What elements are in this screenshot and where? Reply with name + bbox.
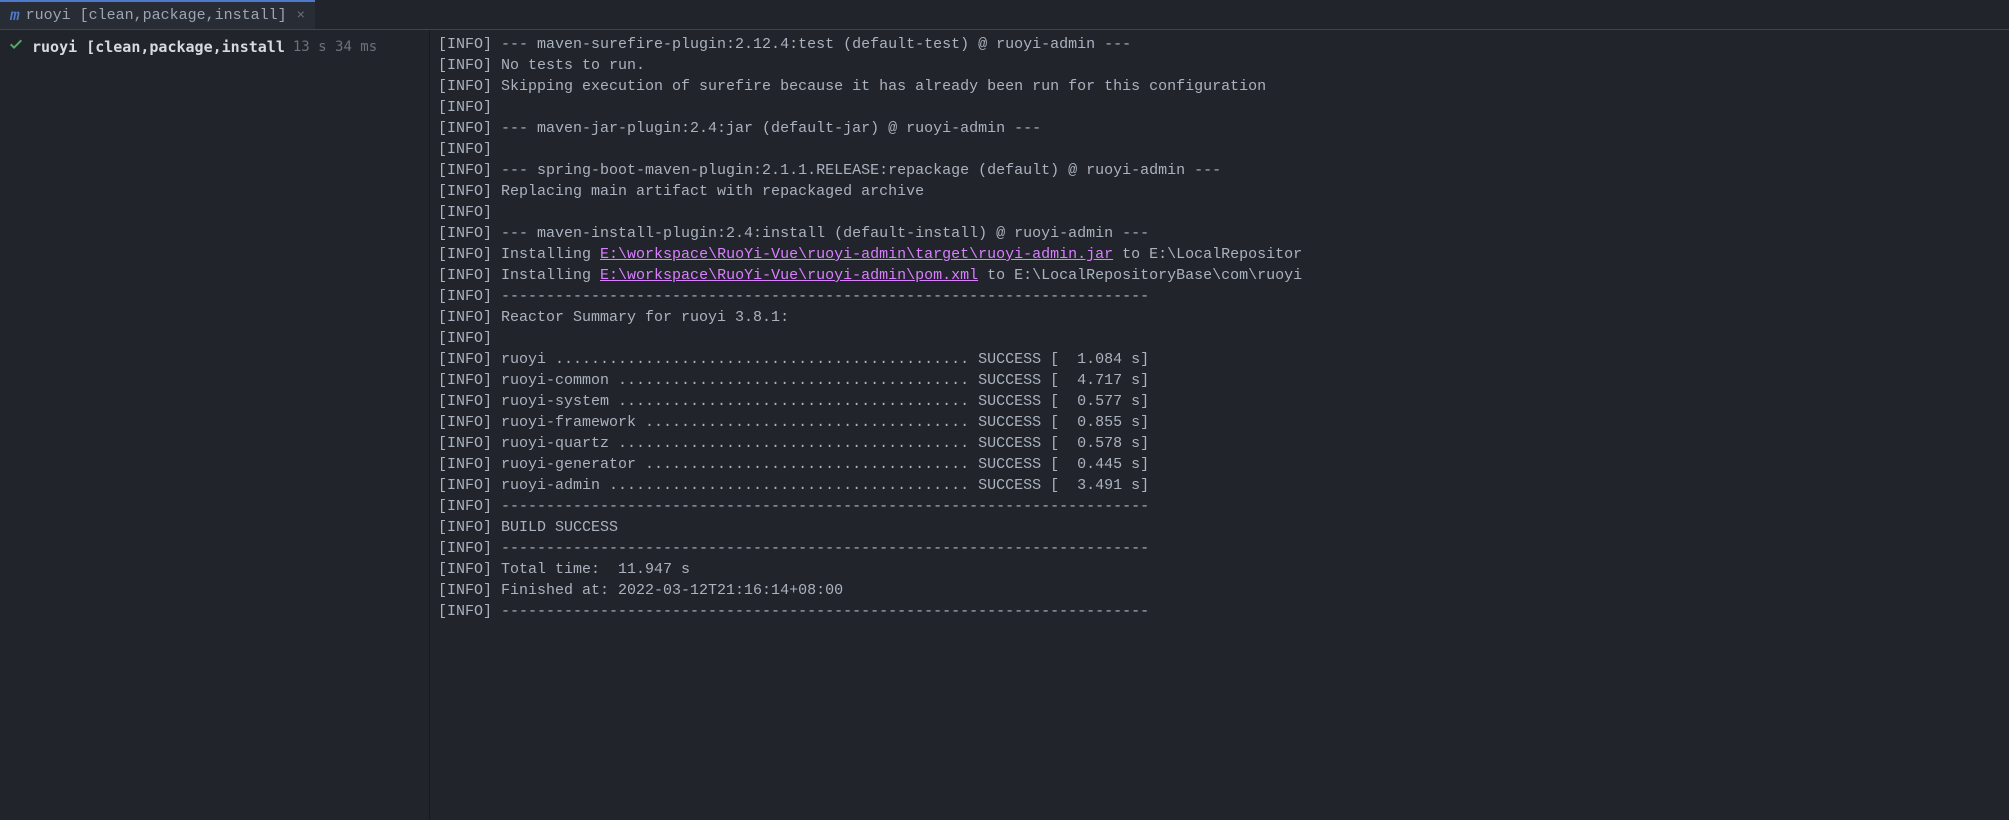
close-icon[interactable]: × [297,8,305,24]
log-level-tag: [INFO] [438,267,492,284]
log-level-tag: [INFO] [438,540,492,557]
log-level-tag: [INFO] [438,246,492,263]
log-level-tag: [INFO] [438,582,492,599]
console-line: [INFO] [438,97,2001,118]
log-level-tag: [INFO] [438,603,492,620]
console-line: [INFO] Installing E:\workspace\RuoYi-Vue… [438,244,2001,265]
console-line: [INFO] BUILD SUCCESS [438,517,2001,538]
console-line: [INFO] ruoyi ...........................… [438,349,2001,370]
console-output[interactable]: [INFO] --- maven-surefire-plugin:2.12.4:… [430,30,2009,820]
run-item[interactable]: ruoyi [clean,package,install 13 s 34 ms [0,34,429,60]
log-level-tag: [INFO] [438,351,492,368]
console-line: [INFO] Skipping execution of surefire be… [438,76,2001,97]
log-level-tag: [INFO] [438,477,492,494]
log-level-tag: [INFO] [438,519,492,536]
log-level-tag: [INFO] [438,183,492,200]
console-line: [INFO] Finished at: 2022-03-12T21:16:14+… [438,580,2001,601]
console-line: [INFO] ruoyi-system ....................… [438,391,2001,412]
log-level-tag: [INFO] [438,561,492,578]
console-line: [INFO] [438,328,2001,349]
console-line: [INFO] [438,202,2001,223]
console-line: [INFO] ruoyi-framework .................… [438,412,2001,433]
log-level-tag: [INFO] [438,435,492,452]
console-line: [INFO] --- maven-surefire-plugin:2.12.4:… [438,34,2001,55]
tab-run-config[interactable]: m ruoyi [clean,package,install] × [0,0,315,29]
console-line: [INFO] --- maven-install-plugin:2.4:inst… [438,223,2001,244]
log-level-tag: [INFO] [438,330,492,347]
console-line: [INFO] ruoyi-admin .....................… [438,475,2001,496]
console-line: [INFO] ruoyi-generator .................… [438,454,2001,475]
log-level-tag: [INFO] [438,141,492,158]
log-level-tag: [INFO] [438,414,492,431]
console-line: [INFO] No tests to run. [438,55,2001,76]
console-line: [INFO] Replacing main artifact with repa… [438,181,2001,202]
console-line: [INFO] [438,139,2001,160]
file-path-link[interactable]: E:\workspace\RuoYi-Vue\ruoyi-admin\pom.x… [600,267,978,284]
log-level-tag: [INFO] [438,456,492,473]
log-level-tag: [INFO] [438,57,492,74]
log-level-tag: [INFO] [438,120,492,137]
console-line: [INFO] Installing E:\workspace\RuoYi-Vue… [438,265,2001,286]
console-line: [INFO] --- spring-boot-maven-plugin:2.1.… [438,160,2001,181]
log-level-tag: [INFO] [438,204,492,221]
log-level-tag: [INFO] [438,78,492,95]
console-line: [INFO] ruoyi-common ....................… [438,370,2001,391]
log-level-tag: [INFO] [438,162,492,179]
console-line: [INFO] --- maven-jar-plugin:2.4:jar (def… [438,118,2001,139]
success-check-icon [8,37,24,57]
log-level-tag: [INFO] [438,393,492,410]
log-level-tag: [INFO] [438,309,492,326]
run-name: ruoyi [clean,package,install [32,38,285,56]
run-sidebar: ruoyi [clean,package,install 13 s 34 ms [0,30,430,820]
log-level-tag: [INFO] [438,36,492,53]
log-level-tag: [INFO] [438,498,492,515]
log-level-tag: [INFO] [438,99,492,116]
tab-title: ruoyi [clean,package,install] [26,7,287,24]
log-level-tag: [INFO] [438,372,492,389]
run-duration: 13 s 34 ms [293,39,377,55]
log-level-tag: [INFO] [438,288,492,305]
maven-icon: m [10,7,20,25]
console-line: [INFO] ---------------------------------… [438,496,2001,517]
main-area: ruoyi [clean,package,install 13 s 34 ms … [0,30,2009,820]
log-level-tag: [INFO] [438,225,492,242]
file-path-link[interactable]: E:\workspace\RuoYi-Vue\ruoyi-admin\targe… [600,246,1113,263]
console-line: [INFO] ---------------------------------… [438,538,2001,559]
console-line: [INFO] ---------------------------------… [438,601,2001,622]
console-line: [INFO] ruoyi-quartz ....................… [438,433,2001,454]
tab-bar: m ruoyi [clean,package,install] × [0,0,2009,30]
console-line: [INFO] Reactor Summary for ruoyi 3.8.1: [438,307,2001,328]
console-line: [INFO] ---------------------------------… [438,286,2001,307]
console-line: [INFO] Total time: 11.947 s [438,559,2001,580]
